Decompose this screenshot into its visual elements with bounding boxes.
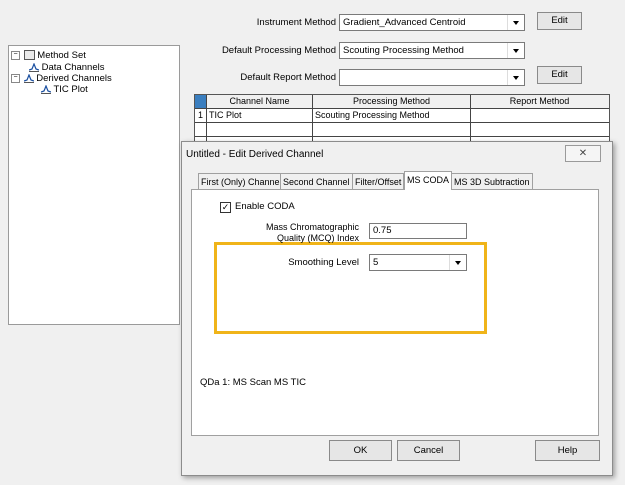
- table-row[interactable]: 1 TIC Plot Scouting Processing Method: [195, 109, 609, 123]
- instrument-method-dropdown[interactable]: Gradient_Advanced Centroid: [339, 14, 525, 31]
- default-processing-method-label: Default Processing Method: [221, 45, 336, 56]
- processing-method-cell[interactable]: Scouting Processing Method: [313, 109, 471, 122]
- channel-name-cell[interactable]: [207, 123, 313, 136]
- tab-ms-coda[interactable]: MS CODA: [404, 171, 453, 190]
- instrument-method-value: Gradient_Advanced Centroid: [343, 17, 466, 28]
- row-number: [195, 123, 207, 136]
- help-button[interactable]: Help: [535, 440, 600, 461]
- chevron-down-icon[interactable]: [507, 70, 524, 85]
- tree-node-label: Method Set: [37, 50, 86, 61]
- enable-coda-label: Enable CODA: [235, 201, 295, 212]
- channel-name-cell[interactable]: TIC Plot: [207, 109, 313, 122]
- tree-node-label: TIC Plot: [53, 84, 88, 95]
- report-method-cell[interactable]: [471, 109, 608, 122]
- default-report-method-label: Default Report Method: [240, 72, 336, 83]
- tree-node-data-channels[interactable]: Data Channels: [29, 62, 105, 73]
- method-set-icon: [23, 50, 35, 61]
- chevron-down-icon[interactable]: [507, 15, 524, 30]
- mcq-label-line1: Mass Chromatographic: [265, 222, 359, 232]
- source-channel-text: QDa 1: MS Scan MS TIC: [200, 377, 306, 388]
- report-method-cell[interactable]: [471, 123, 608, 136]
- grid-header-report-method[interactable]: Report Method: [471, 95, 608, 108]
- tab-filter-offset[interactable]: Filter/Offset: [352, 173, 405, 189]
- tree-node-label: Derived Channels: [36, 73, 112, 84]
- collapse-icon[interactable]: −: [11, 50, 20, 60]
- processing-method-cell[interactable]: [313, 123, 471, 136]
- tree-node-label: Data Channels: [41, 62, 105, 73]
- tree-node-derived-channels[interactable]: − Derived Channels: [11, 73, 112, 84]
- smoothing-level-value: 5: [373, 257, 379, 268]
- grid-header-row: Channel Name Processing Method Report Me…: [195, 95, 609, 109]
- mcq-index-input[interactable]: 0.75: [369, 223, 467, 239]
- mcq-label-line2: Quality (MCQ) Index: [276, 233, 359, 243]
- default-report-method-edit-button[interactable]: Edit: [537, 66, 582, 84]
- enable-coda-checkbox[interactable]: ✓: [220, 202, 231, 213]
- ms-coda-panel: ✓ Enable CODA Mass Chromatographic Quali…: [191, 189, 599, 436]
- tab-second-channel[interactable]: Second Channel: [280, 173, 353, 189]
- grid-header-channel-name[interactable]: Channel Name: [207, 95, 313, 108]
- dialog-title: Untitled - Edit Derived Channel: [186, 149, 324, 160]
- instrument-method-label: Instrument Method: [256, 17, 336, 28]
- default-processing-method-dropdown[interactable]: Scouting Processing Method: [339, 42, 525, 59]
- smoothing-level-dropdown[interactable]: 5: [369, 254, 467, 271]
- row-number: 1: [195, 109, 207, 122]
- default-report-method-dropdown[interactable]: [339, 69, 525, 86]
- mcq-index-label: Mass Chromatographic Quality (MCQ) Index: [247, 222, 359, 244]
- tab-first-only-channel[interactable]: First (Only) Channel: [198, 173, 285, 189]
- grid-corner-icon[interactable]: [195, 95, 207, 108]
- tree-node-method-set[interactable]: − Method Set: [11, 50, 86, 61]
- instrument-method-edit-button[interactable]: Edit: [537, 12, 582, 30]
- smoothing-level-label: Smoothing Level: [288, 257, 359, 268]
- edit-derived-channel-dialog[interactable]: Untitled - Edit Derived Channel ✕ First …: [181, 141, 613, 476]
- chevron-down-icon[interactable]: [449, 255, 466, 270]
- grid-header-processing-method[interactable]: Processing Method: [313, 95, 471, 108]
- cancel-button[interactable]: Cancel: [397, 440, 460, 461]
- collapse-icon[interactable]: −: [11, 73, 20, 83]
- method-set-tree[interactable]: − Method Set Data Channels − Derived Cha…: [8, 45, 180, 325]
- close-icon[interactable]: ✕: [565, 145, 601, 162]
- tab-ms-3d-subtraction[interactable]: MS 3D Subtraction: [451, 173, 533, 189]
- tree-node-tic-plot[interactable]: TIC Plot: [41, 84, 88, 95]
- plot-icon: [41, 84, 51, 94]
- channel-icon: [29, 62, 39, 72]
- derived-channel-icon: [23, 73, 34, 83]
- table-row[interactable]: [195, 123, 609, 137]
- chevron-down-icon[interactable]: [507, 43, 524, 58]
- ok-button[interactable]: OK: [329, 440, 392, 461]
- default-processing-method-value: Scouting Processing Method: [343, 45, 464, 56]
